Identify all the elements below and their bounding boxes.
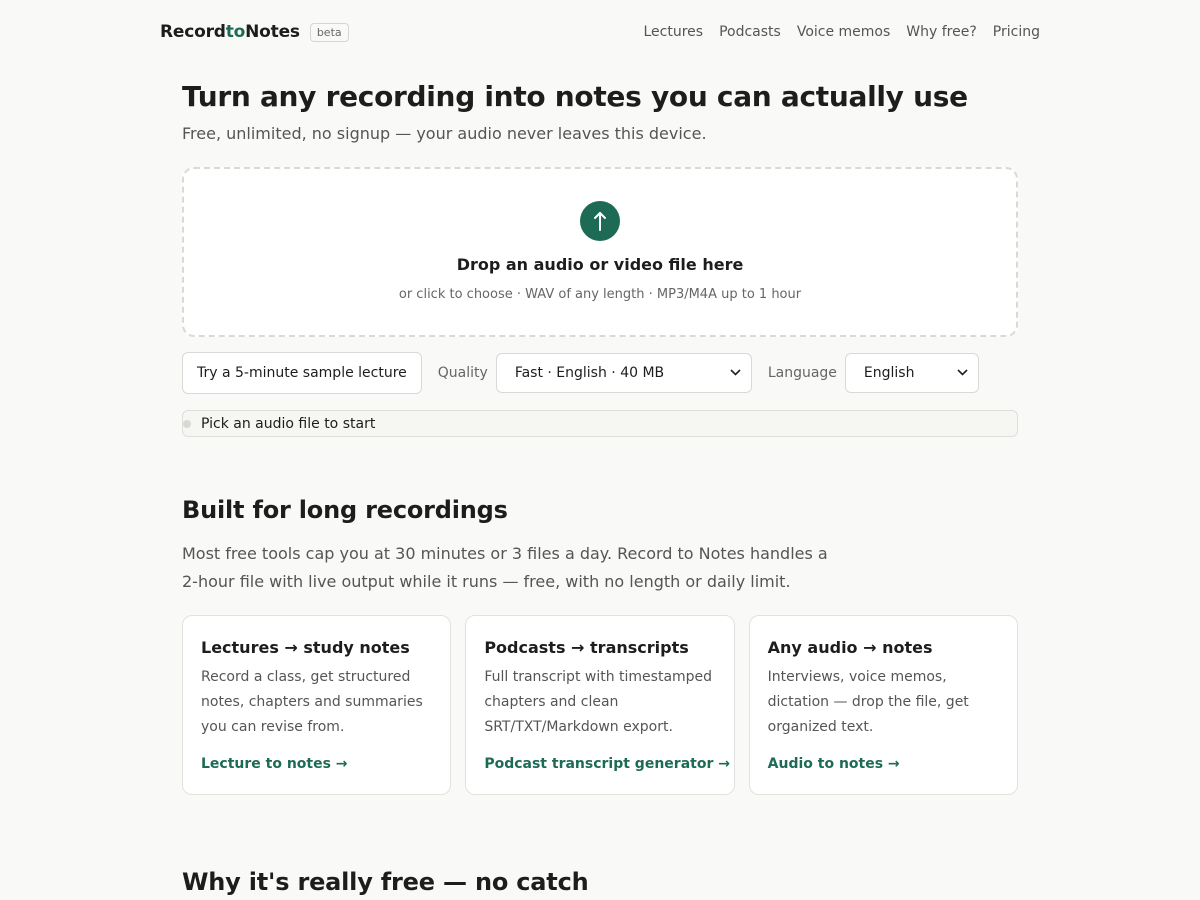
feature-card-podcasts: Podcasts → transcripts Full transcript w… — [465, 615, 735, 795]
quality-select-value: Fast · English · 40 MB — [514, 365, 665, 381]
language-select[interactable]: English — [844, 353, 979, 393]
quality-label: Quality — [437, 365, 488, 381]
dropzone-hint: or click to choose · WAV of any length ·… — [398, 287, 802, 302]
section-body-line-1: Most free tools cap you at 30 minutes or… — [182, 544, 828, 563]
controls-row: Try a 5-minute sample lecture Quality Fa… — [182, 352, 1018, 394]
dropzone-title: Drop an audio or video file here — [456, 255, 744, 274]
section-body-line-2: 2-hour file with live output while it ru… — [182, 572, 791, 591]
status-text: Pick an audio file to start — [201, 415, 376, 432]
logo-part-2: to — [225, 22, 246, 42]
language-select-value: English — [863, 365, 915, 381]
nav-link-voice-memos[interactable]: Voice memos — [797, 24, 890, 40]
audio-to-notes-link[interactable]: Audio to notes → — [768, 756, 900, 772]
sample-lecture-button[interactable]: Try a 5-minute sample lecture — [182, 352, 422, 394]
nav-link-pricing[interactable]: Pricing — [993, 24, 1040, 40]
section-body-long-recordings: Most free tools cap you at 30 minutes or… — [182, 540, 842, 596]
nav-link-podcasts[interactable]: Podcasts — [719, 24, 781, 40]
file-dropzone[interactable]: Drop an audio or video file here or clic… — [182, 167, 1018, 337]
main-nav: Lectures Podcasts Voice memos Why free? … — [643, 24, 1040, 40]
top-navigation: RecordtoNotes beta Lectures Podcasts Voi… — [160, 0, 1040, 64]
chevron-down-icon — [730, 368, 741, 379]
card-body: Full transcript with timestamped chapter… — [484, 669, 713, 735]
card-body: Record a class, get structured notes, ch… — [201, 669, 423, 735]
hero-title: Turn any recording into notes you can ac… — [182, 80, 968, 113]
section-title-why-free: Why it's really free — no catch — [182, 868, 589, 896]
logo-part-1: Record — [160, 22, 226, 42]
feature-card-any-audio: Any audio → notes Interviews, voice memo… — [748, 615, 1018, 795]
card-title: Any audio → notes — [767, 638, 933, 657]
logo[interactable]: RecordtoNotes — [160, 22, 300, 42]
language-label: Language — [767, 365, 837, 381]
card-body: Interviews, voice memos, dictation — dro… — [767, 669, 969, 735]
logo-part-3: Notes — [245, 22, 300, 42]
upload-arrow-icon — [580, 201, 620, 241]
nav-link-lectures[interactable]: Lectures — [643, 24, 703, 40]
lecture-to-notes-link[interactable]: Lecture to notes → — [201, 756, 348, 772]
feature-cards: Lectures → study notes Record a class, g… — [182, 615, 1018, 795]
status-bar: Pick an audio file to start — [182, 410, 1018, 437]
nav-link-why-free[interactable]: Why free? — [906, 24, 977, 40]
card-title: Podcasts → transcripts — [484, 638, 689, 657]
card-title: Lectures → study notes — [201, 638, 410, 657]
feature-card-lectures: Lectures → study notes Record a class, g… — [182, 615, 452, 795]
beta-badge: beta — [309, 22, 349, 42]
brand: RecordtoNotes beta — [160, 22, 349, 42]
upload-arrow-svg — [594, 212, 606, 231]
quality-select[interactable]: Fast · English · 40 MB — [495, 353, 752, 393]
section-title-long-recordings: Built for long recordings — [182, 496, 508, 524]
podcast-transcript-link[interactable]: Podcast transcript generator → — [484, 756, 730, 772]
chevron-down-icon — [957, 368, 968, 379]
hero-subtitle: Free, unlimited, no signup — your audio … — [182, 124, 707, 143]
status-dot-icon — [183, 419, 191, 428]
